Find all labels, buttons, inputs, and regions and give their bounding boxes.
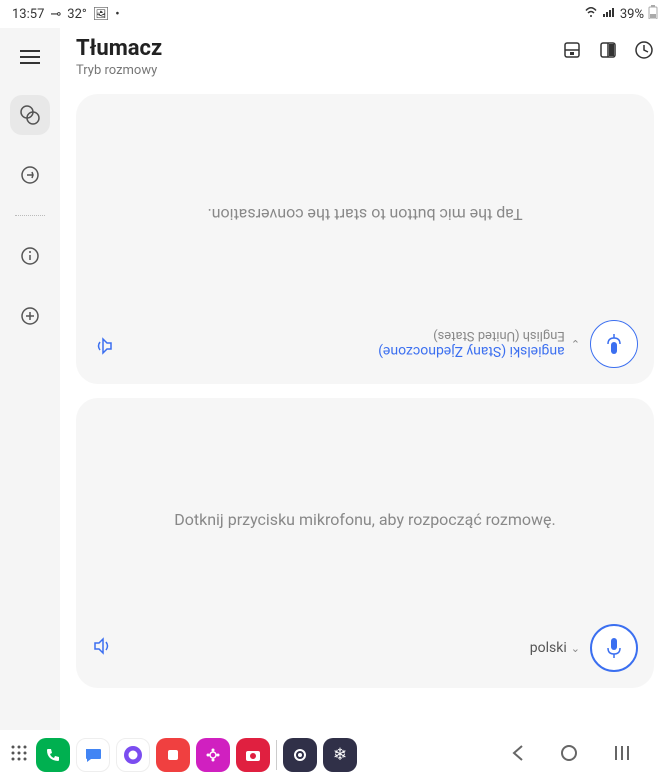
status-image-icon: 🖼: [93, 7, 110, 22]
speaker-button-remote[interactable]: [92, 332, 114, 356]
chevron-down-icon: ⌄: [571, 338, 580, 351]
app-header: Tłumacz Tryb rozmowy: [76, 36, 654, 78]
nav-back[interactable]: [510, 744, 524, 766]
split-icon[interactable]: [598, 40, 618, 64]
conversation-card-remote: ⌄ angielski (Stany Zjednoczone) English …: [76, 94, 654, 384]
bottom-dock: ❄: [0, 730, 670, 780]
history-icon[interactable]: [634, 40, 654, 64]
lang-secondary-remote: English (United States): [433, 329, 565, 344]
status-temp: 32°: [67, 7, 86, 22]
prompt-remote: Tap the mic button to start the conversa…: [207, 206, 522, 225]
sidebar-divider: [15, 215, 45, 216]
app-gallery[interactable]: [196, 738, 230, 772]
app-settings[interactable]: [283, 738, 317, 772]
app-browser[interactable]: [116, 738, 150, 772]
sidebar-item-conversation[interactable]: [10, 95, 50, 135]
app-red[interactable]: [156, 738, 190, 772]
sidebar-item-info[interactable]: [10, 236, 50, 276]
language-select-remote[interactable]: ⌄ angielski (Stany Zjednoczone) English …: [378, 329, 580, 360]
lang-primary-remote: angielski (Stany Zjednoczone): [378, 344, 565, 360]
app-messages[interactable]: [76, 738, 110, 772]
battery-text: 39%: [620, 7, 644, 22]
prompt-local: Dotknij przycisku mikrofonu, aby rozpocz…: [174, 510, 556, 529]
save-icon[interactable]: [562, 40, 582, 64]
sidebar: [0, 28, 60, 730]
mic-button-remote[interactable]: [590, 320, 638, 368]
battery-icon: [648, 5, 658, 23]
nav-home[interactable]: [560, 744, 578, 766]
app-phone[interactable]: [36, 738, 70, 772]
status-waveform-icon: ⊸: [50, 7, 61, 22]
language-select-local[interactable]: polski ⌄: [530, 640, 580, 656]
dock-divider: [276, 740, 277, 770]
status-bar: 13:57 ⊸ 32° 🖼 • 39%: [0, 0, 670, 28]
app-drawer-icon[interactable]: [10, 744, 28, 767]
wifi-icon: [584, 6, 598, 22]
conversation-card-local: Dotknij przycisku mikrofonu, aby rozpocz…: [76, 398, 654, 688]
app-title: Tłumacz: [76, 36, 162, 61]
mic-button-local[interactable]: [590, 624, 638, 672]
sidebar-item-add[interactable]: [10, 296, 50, 336]
status-dot-icon: •: [115, 7, 119, 22]
status-time: 13:57: [12, 7, 44, 22]
nav-recents[interactable]: [614, 744, 630, 766]
signal-icon: [602, 6, 616, 22]
sidebar-item-translate[interactable]: [10, 155, 50, 195]
lang-local: polski: [530, 640, 567, 656]
app-subtitle: Tryb rozmowy: [76, 63, 162, 78]
app-snowflake[interactable]: ❄: [323, 738, 357, 772]
chevron-down-icon: ⌄: [571, 642, 580, 655]
speaker-button-local[interactable]: [92, 636, 114, 660]
app-camera[interactable]: [236, 738, 270, 772]
menu-button[interactable]: [16, 42, 44, 75]
